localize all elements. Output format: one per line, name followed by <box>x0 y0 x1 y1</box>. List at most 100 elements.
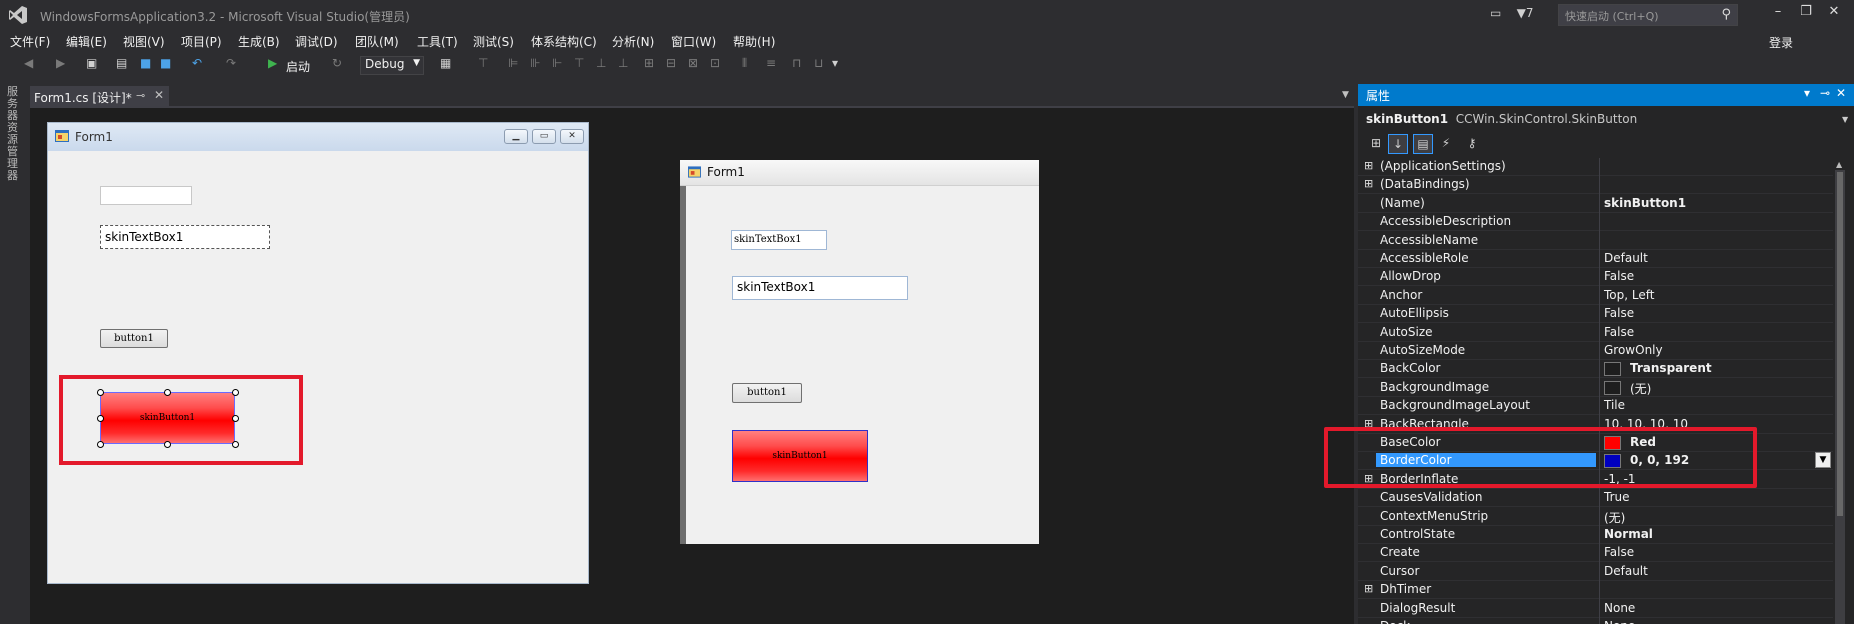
same-size-icon[interactable]: ⊠ <box>688 56 698 74</box>
property-row[interactable]: ContextMenuStrip (无) <box>1358 508 1833 526</box>
expand-icon[interactable]: ⊞ <box>1364 159 1374 172</box>
properties-icon[interactable]: ▤ <box>1413 134 1433 154</box>
panel-pin-icon[interactable]: ⊸ <box>1820 86 1830 100</box>
menu-project[interactable]: 项目(P) <box>181 33 222 50</box>
property-value[interactable]: False <box>1604 306 1634 320</box>
size-to-grid-icon[interactable]: ⊡ <box>710 56 720 74</box>
property-row[interactable]: AutoSize False <box>1358 324 1833 342</box>
property-pages-icon[interactable]: ⚷ <box>1462 134 1482 154</box>
menu-team[interactable]: 团队(M) <box>355 33 399 50</box>
restore-icon[interactable]: ❐ <box>1793 4 1819 19</box>
property-row[interactable]: ⊞ (DataBindings) <box>1358 176 1833 195</box>
align-grid-icon[interactable]: ⊤ <box>478 56 488 74</box>
chevron-down-icon[interactable]: ▼ <box>1842 115 1848 124</box>
feedback-icon[interactable]: ▭ <box>1490 6 1501 20</box>
expand-icon[interactable]: ⊞ <box>1364 582 1374 595</box>
property-value[interactable]: Normal <box>1604 527 1653 541</box>
quick-launch-input[interactable]: 快速启动 (Ctrl+Q) ⚲ <box>1558 4 1738 26</box>
button1-design[interactable]: button1 <box>100 329 168 348</box>
menu-help[interactable]: 帮助(H) <box>733 33 775 50</box>
save-all-icon[interactable]: ■ <box>160 56 171 74</box>
property-row[interactable]: BackgroundImageLayout Tile <box>1358 397 1833 416</box>
property-value[interactable]: skinButton1 <box>1604 196 1686 210</box>
document-tab[interactable]: Form1.cs [设计]* ⊸ ✕ <box>30 86 169 106</box>
menu-test[interactable]: 测试(S) <box>473 33 514 50</box>
property-row[interactable]: ControlState Normal <box>1358 526 1833 544</box>
property-row[interactable]: BackColor Transparent <box>1358 360 1833 379</box>
button1-runtime[interactable]: button1 <box>732 383 802 403</box>
new-project-icon[interactable]: ▣ <box>86 56 97 74</box>
redo-icon[interactable]: ↷ <box>226 56 236 74</box>
property-value[interactable]: Top, Left <box>1604 288 1654 302</box>
property-row[interactable]: Create False <box>1358 544 1833 563</box>
color-dropdown-button[interactable]: ▼ <box>1815 452 1831 468</box>
object-selector[interactable]: skinButton1 CCWin.SkinControl.SkinButton <box>1366 112 1637 126</box>
property-row[interactable]: AccessibleRole Default <box>1358 250 1833 268</box>
skin-textbox-design[interactable]: skinTextBox1 <box>100 225 270 249</box>
toolbar-overflow-icon[interactable]: ▾ <box>832 56 838 74</box>
skin-textbox-small-runtime[interactable]: skinTextBox1 <box>731 230 827 250</box>
login-link[interactable]: 登录 <box>1769 34 1793 51</box>
property-row[interactable]: AutoEllipsis False <box>1358 305 1833 324</box>
property-value[interactable]: False <box>1604 545 1634 559</box>
align-bottom-icon[interactable]: ⊥ <box>618 56 628 74</box>
center-vertically-icon[interactable]: ⊔ <box>814 56 823 74</box>
configuration-select[interactable]: Debug ▼ <box>360 56 424 75</box>
events-icon[interactable]: ⚡ <box>1436 134 1456 154</box>
start-icon[interactable]: ▶ <box>268 56 277 74</box>
same-height-icon[interactable]: ⊟ <box>666 56 676 74</box>
alphabetical-icon[interactable]: ↓ <box>1388 134 1408 154</box>
property-value[interactable]: Tile <box>1604 398 1625 412</box>
property-row[interactable]: ⊞ DhTimer <box>1358 581 1833 600</box>
property-row[interactable]: AccessibleDescription <box>1358 213 1833 232</box>
pin-icon[interactable]: ⊸ <box>136 89 145 102</box>
align-center-icon[interactable]: ⊪ <box>530 56 540 74</box>
property-value[interactable]: None <box>1604 619 1635 624</box>
property-row[interactable]: ⊞ (ApplicationSettings) <box>1358 158 1833 176</box>
align-middle-icon[interactable]: ⊥ <box>596 56 606 74</box>
search-icon[interactable]: ⚲ <box>1721 7 1731 22</box>
start-button-label[interactable]: 启动 <box>286 58 310 75</box>
property-value[interactable]: (无) <box>1604 509 1625 526</box>
property-value[interactable]: Default <box>1604 251 1648 265</box>
flag-icon[interactable]: ▼ <box>1517 6 1526 20</box>
save-icon[interactable]: ■ <box>140 56 151 74</box>
menu-file[interactable]: 文件(F) <box>10 33 50 50</box>
menu-debug[interactable]: 调试(D) <box>295 33 338 50</box>
runtime-form[interactable]: Form1 skinTextBox1 skinTextBox1 button1 … <box>680 160 1039 544</box>
menu-edit[interactable]: 编辑(E) <box>66 33 107 50</box>
align-right-icon[interactable]: ⊩ <box>552 56 562 74</box>
tab-dropdown-icon[interactable]: ▼ <box>1342 90 1349 100</box>
back-icon[interactable]: ◀ <box>24 56 33 74</box>
scrollbar-thumb[interactable] <box>1837 172 1843 516</box>
center-horizontally-icon[interactable]: ⊓ <box>792 56 801 74</box>
skin-button-runtime[interactable]: skinButton1 <box>732 430 868 482</box>
property-row[interactable]: Cursor Default <box>1358 563 1833 581</box>
property-row[interactable]: (Name) skinButton1 <box>1358 195 1833 213</box>
same-width-icon[interactable]: ⊞ <box>644 56 654 74</box>
server-explorer-tab[interactable]: 服务器资源管理器 <box>7 86 19 182</box>
menu-analyze[interactable]: 分析(N) <box>612 33 654 50</box>
open-folder-icon[interactable]: ▤ <box>116 56 127 74</box>
close-tab-icon[interactable]: ✕ <box>154 88 164 102</box>
expand-icon[interactable]: ⊞ <box>1364 177 1374 190</box>
property-row[interactable]: CausesValidation True <box>1358 489 1833 508</box>
skin-textbox-runtime[interactable]: skinTextBox1 <box>732 276 908 300</box>
property-row[interactable]: Dock None <box>1358 618 1833 624</box>
menu-tools[interactable]: 工具(T) <box>417 33 458 50</box>
property-value[interactable]: False <box>1604 269 1634 283</box>
find-icon[interactable]: ▦ <box>440 56 451 74</box>
refresh-icon[interactable]: ↻ <box>332 56 342 74</box>
notifications[interactable]: ▭ ▼7 <box>1490 6 1533 20</box>
property-row[interactable]: DialogResult None <box>1358 600 1833 618</box>
categorized-icon[interactable]: ⊞ <box>1366 134 1386 154</box>
scroll-up-icon[interactable]: ▲ <box>1836 160 1842 169</box>
vertical-spacing-icon[interactable]: ≡ <box>766 56 776 74</box>
close-icon[interactable]: ✕ <box>1821 4 1847 19</box>
property-row[interactable]: AccessibleName <box>1358 232 1833 250</box>
menu-build[interactable]: 生成(B) <box>238 33 280 50</box>
minimize-icon[interactable]: – <box>1765 4 1791 19</box>
align-left-icon[interactable]: ⊫ <box>508 56 518 74</box>
textbox-design[interactable] <box>100 186 192 205</box>
menu-window[interactable]: 窗口(W) <box>671 33 716 50</box>
